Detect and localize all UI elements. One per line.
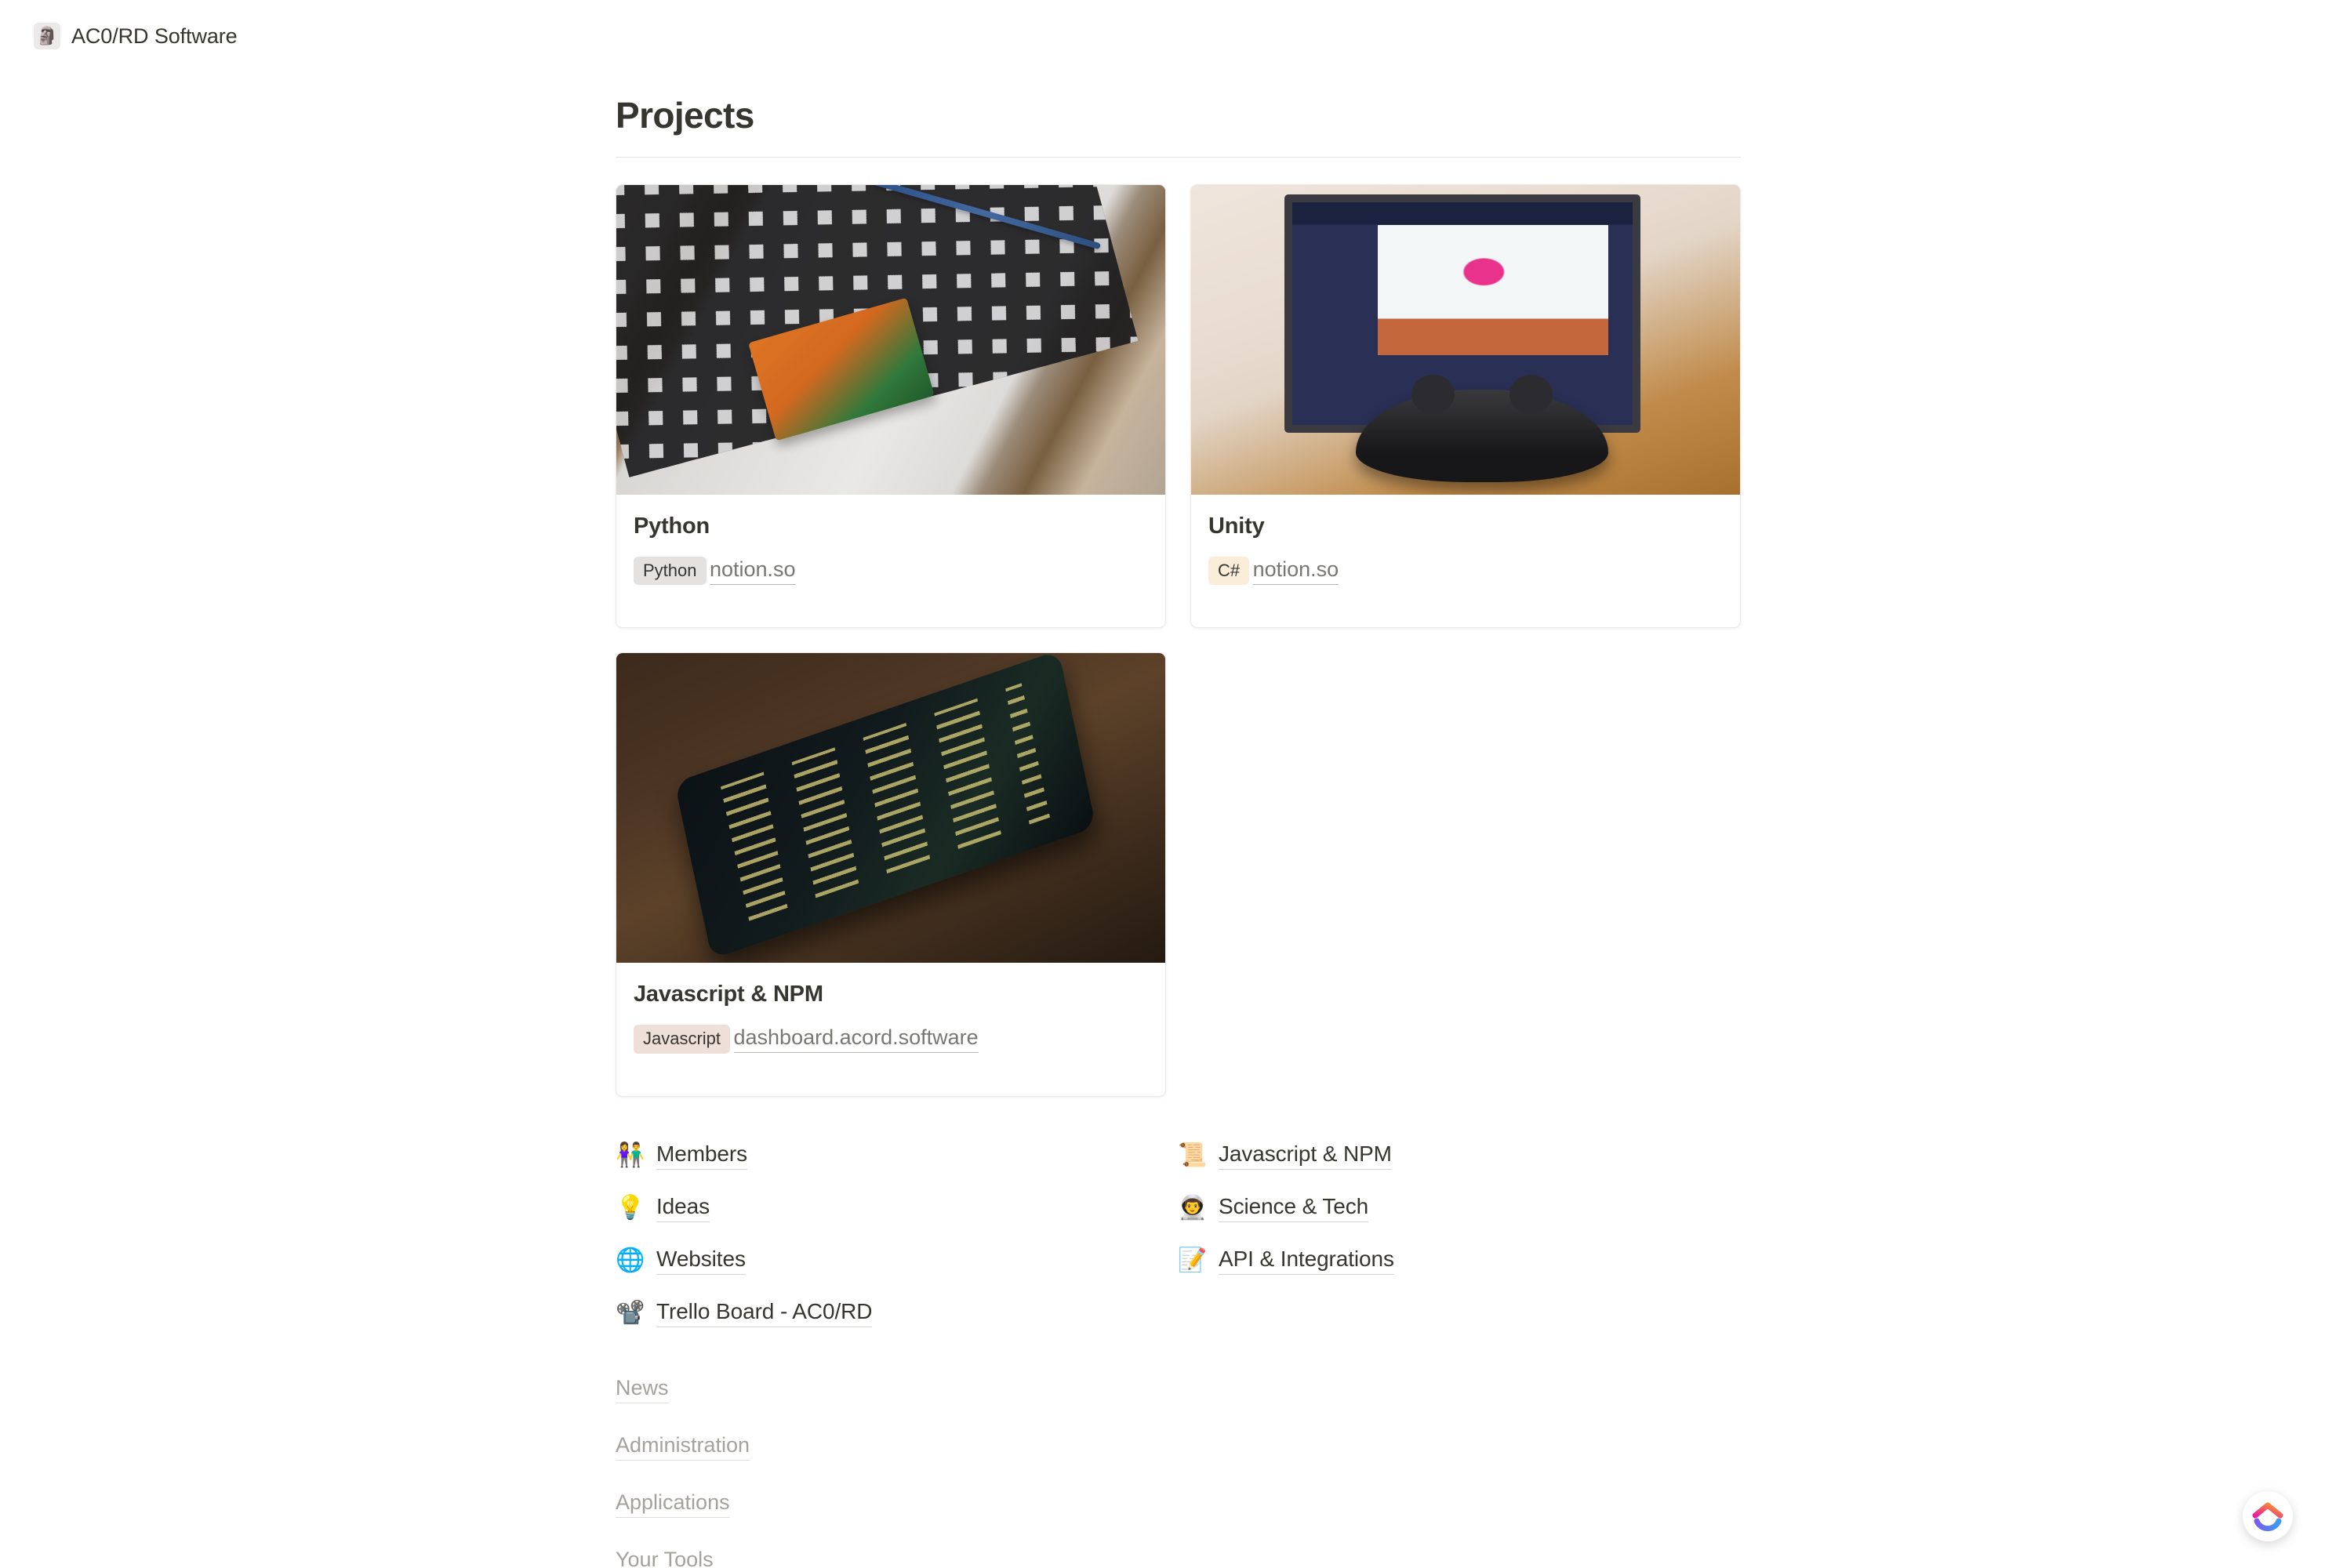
page-link-label: Ideas	[656, 1194, 710, 1223]
page-link-trello-board[interactable]: 📽️ Trello Board - AC0/RD	[616, 1287, 1178, 1340]
title-divider	[616, 157, 1741, 158]
plain-link-news[interactable]: News	[616, 1376, 669, 1403]
card-title: Python	[634, 514, 710, 539]
projects-gallery: Python Python notion.so Unity C# notion.…	[616, 184, 1741, 1097]
statue-icon: 🗿	[34, 23, 60, 49]
plain-link-your-tools[interactable]: Your Tools	[616, 1548, 714, 1568]
project-card-javascript-npm[interactable]: Javascript & NPM Javascript dashboard.ac…	[616, 652, 1166, 1097]
card-tag: Javascript	[634, 1025, 731, 1054]
card-cover-game-controller-photo	[1191, 185, 1740, 495]
card-title: Javascript & NPM	[634, 982, 823, 1007]
card-cover-smartphone-code-photo	[616, 653, 1165, 964]
page-link-science-tech[interactable]: 👨‍🚀 Science & Tech	[1178, 1182, 1740, 1235]
memo-icon: 📝	[1178, 1247, 1208, 1274]
page-links-left-column: 👫 Members 💡 Ideas 🌐 Websites 📽️ Trello B…	[616, 1130, 1178, 1340]
plain-links-section: News Administration Applications Your To…	[616, 1376, 1741, 1568]
card-link[interactable]: dashboard.acord.software	[733, 1025, 979, 1054]
page-link-members[interactable]: 👫 Members	[616, 1130, 1178, 1182]
card-body: Unity C# notion.so	[1191, 495, 1740, 627]
page-link-websites[interactable]: 🌐 Websites	[616, 1235, 1178, 1287]
card-title: Unity	[1208, 514, 1265, 539]
page-links-right-column: 📜 Javascript & NPM 👨‍🚀 Science & Tech 📝 …	[1178, 1130, 1740, 1340]
astronaut-icon: 👨‍🚀	[1178, 1195, 1208, 1221]
page-link-ideas[interactable]: 💡 Ideas	[616, 1182, 1178, 1235]
breadcrumb[interactable]: 🗿 AC0/RD Software	[26, 18, 245, 54]
card-tag: Python	[634, 557, 707, 586]
page-content: Projects Python Python notion.so Unity C…	[616, 72, 1741, 1568]
plain-link-applications[interactable]: Applications	[616, 1490, 730, 1518]
card-body: Python Python notion.so	[616, 495, 1165, 627]
page-link-label: Science & Tech	[1219, 1194, 1368, 1223]
clickup-widget-button[interactable]	[2243, 1491, 2293, 1541]
page-link-label: Javascript & NPM	[1219, 1142, 1392, 1171]
breadcrumb-label: AC0/RD Software	[71, 24, 238, 48]
page-link-javascript-npm[interactable]: 📜 Javascript & NPM	[1178, 1130, 1740, 1182]
plain-link-administration[interactable]: Administration	[616, 1433, 750, 1461]
page-link-label: Members	[656, 1142, 747, 1171]
two-people-icon: 👫	[616, 1142, 645, 1169]
clickup-logo-icon	[2252, 1502, 2283, 1532]
card-link[interactable]: notion.so	[1252, 557, 1339, 585]
film-projector-icon: 📽️	[616, 1300, 645, 1327]
card-link[interactable]: notion.so	[709, 557, 796, 585]
page-links-section: 👫 Members 💡 Ideas 🌐 Websites 📽️ Trello B…	[616, 1130, 1741, 1340]
page-title: Projects	[616, 95, 754, 136]
top-bar: 🗿 AC0/RD Software	[0, 0, 2325, 72]
page-link-api-integrations[interactable]: 📝 API & Integrations	[1178, 1235, 1740, 1287]
page-link-label: Trello Board - AC0/RD	[656, 1299, 873, 1328]
scroll-icon: 📜	[1178, 1142, 1208, 1169]
page-link-label: API & Integrations	[1219, 1247, 1394, 1276]
project-card-unity[interactable]: Unity C# notion.so	[1190, 184, 1741, 629]
card-tag: C#	[1208, 557, 1250, 586]
project-card-python[interactable]: Python Python notion.so	[616, 184, 1166, 629]
card-cover-raspberry-pi-photo	[616, 185, 1165, 495]
globe-icon: 🌐	[616, 1247, 645, 1274]
page-link-label: Websites	[656, 1247, 746, 1276]
lightbulb-icon: 💡	[616, 1195, 645, 1221]
card-body: Javascript & NPM Javascript dashboard.ac…	[616, 963, 1165, 1095]
